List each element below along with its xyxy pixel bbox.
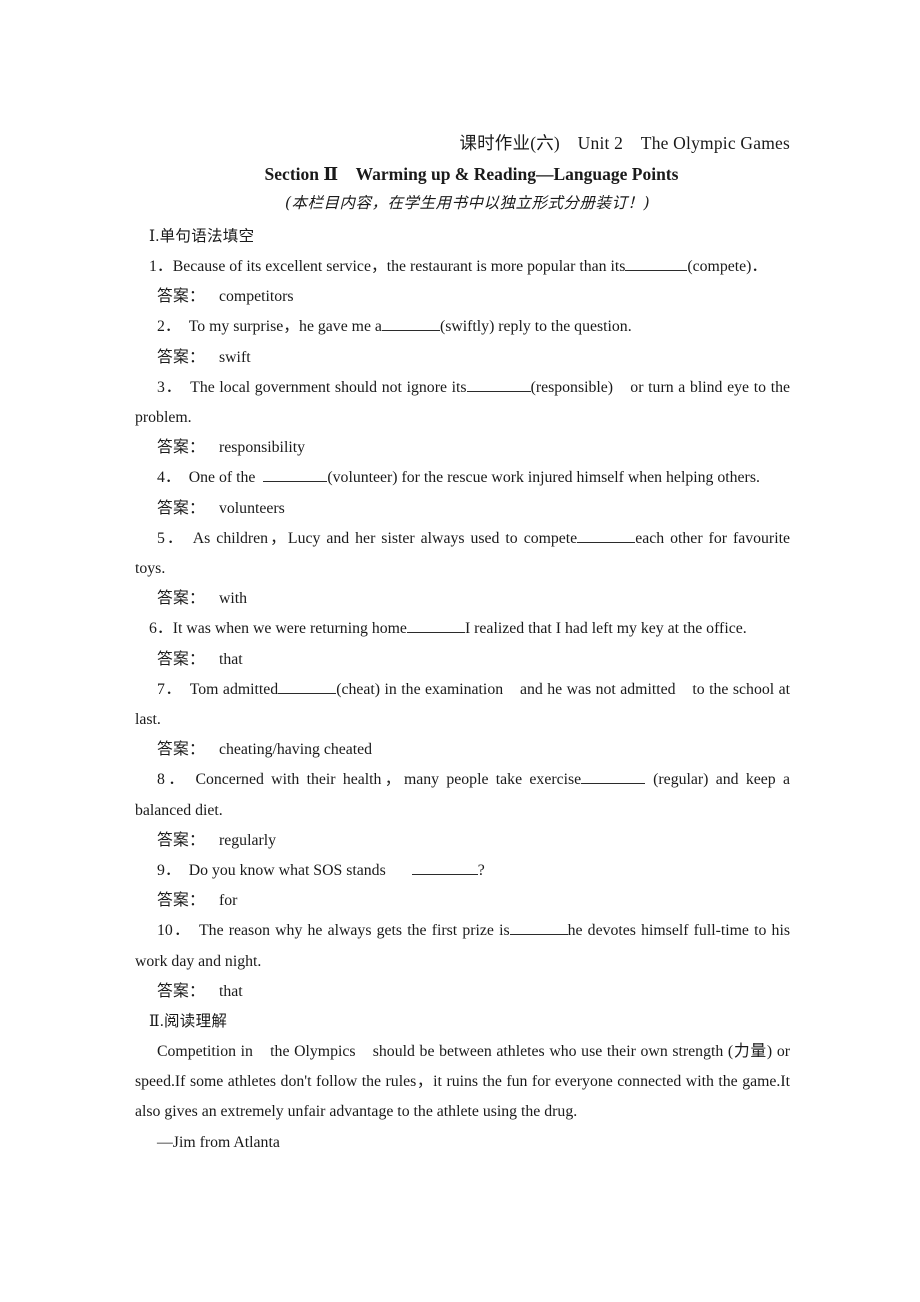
answer-5: 答案： with xyxy=(135,584,790,614)
question-number: 7． xyxy=(157,680,182,698)
question-number: 6． xyxy=(149,620,173,638)
question-text-after: (volunteer) for the rescue work injured … xyxy=(327,469,760,487)
worksheet-page: 课时作业(六) Unit 2 The Olympic Games Section… xyxy=(0,0,920,1302)
answer-value: with xyxy=(219,590,248,608)
question-text-before: The local government should not ignore i… xyxy=(190,378,467,396)
question-10: 10． The reason why he always gets the fir… xyxy=(135,916,790,976)
answer-label: 答案： xyxy=(157,650,205,668)
answer-label: 答案： xyxy=(157,499,205,517)
page-title: 课时作业(六) Unit 2 The Olympic Games xyxy=(459,133,790,153)
question-text-after: (swiftly) reply to the question. xyxy=(439,318,632,336)
answer-1: 答案： competitors xyxy=(135,282,790,312)
answer-blank[interactable] xyxy=(581,769,646,785)
answer-blank[interactable] xyxy=(263,467,328,483)
question-3: 3． The local government should not ignore… xyxy=(135,373,790,433)
answer-value: for xyxy=(219,892,238,910)
answer-blank[interactable] xyxy=(381,316,440,332)
answer-4: 答案： volunteers xyxy=(135,494,790,524)
answer-value: responsibility xyxy=(219,439,306,457)
answer-value: competitors xyxy=(219,288,294,306)
answer-blank[interactable] xyxy=(278,678,337,694)
answer-value: swift xyxy=(219,348,251,366)
answer-label: 答案： xyxy=(157,982,205,1000)
answer-9: 答案： for xyxy=(135,886,790,916)
question-text-after: (compete)． xyxy=(687,258,768,275)
question-5: 5． As children，Lucy and her sister always… xyxy=(135,524,790,584)
question-number: 4． xyxy=(157,469,181,487)
answer-6: 答案： that xyxy=(135,645,790,675)
question-text-before: Because of its excellent service，the res… xyxy=(172,258,626,275)
answer-label: 答案： xyxy=(157,348,205,366)
question-text-after: I realized that I had left my key at the… xyxy=(464,620,747,638)
answer-blank[interactable] xyxy=(509,920,568,936)
passage-attribution: —Jim from Atlanta xyxy=(157,1133,280,1151)
question-number: 10． xyxy=(157,922,192,940)
question-8: 8． Concerned with their health，many peopl… xyxy=(135,765,790,825)
question-2: 2． To my surprise，he gave me a (swiftly) r… xyxy=(135,312,790,342)
answer-label: 答案： xyxy=(157,741,205,759)
question-4: 4． One of the (volunteer) for the rescue w… xyxy=(135,463,790,493)
question-number: 5． xyxy=(157,529,185,547)
question-number: 2． xyxy=(157,318,181,336)
page-content: 课时作业(六) Unit 2 The Olympic Games Section… xyxy=(135,130,790,1158)
question-number: 8． xyxy=(157,771,188,789)
answer-10: 答案： that xyxy=(135,977,790,1007)
question-text-before: Do you know what SOS stands xyxy=(188,862,386,880)
answer-blank[interactable] xyxy=(406,618,465,634)
question-7: 7． Tom admitted (cheat) in the examination… xyxy=(135,675,790,735)
answer-7: 答案： cheating/having cheated xyxy=(135,735,790,765)
section-heading-2: Ⅱ.阅读理解 xyxy=(149,1013,228,1031)
question-number: 9． xyxy=(157,862,181,880)
question-text-before: As children，Lucy and her sister always u… xyxy=(192,529,578,547)
question-6: 6．It was when we were returning home I re… xyxy=(135,614,790,644)
answer-label: 答案： xyxy=(157,288,205,306)
question-text-before: To my surprise，he gave me a xyxy=(188,318,382,336)
answer-8: 答案： regularly xyxy=(135,826,790,856)
page-subtitle: Section Ⅱ Warming up & Reading—Language … xyxy=(264,164,679,184)
question-9: 9． Do you know what SOS stands? xyxy=(135,856,790,886)
answer-label: 答案： xyxy=(157,439,205,457)
answer-label: 答案： xyxy=(157,831,205,849)
answer-label: 答案： xyxy=(157,892,205,910)
answer-value: that xyxy=(219,982,243,1000)
answer-value: volunteers xyxy=(219,499,285,517)
question-text-before: Concerned with their health，many people … xyxy=(195,771,582,789)
answer-blank[interactable] xyxy=(466,376,531,392)
reading-passage: Competition in the Olympics should be be… xyxy=(135,1043,790,1121)
question-text-before: Tom admitted xyxy=(189,680,279,698)
question-number: 1． xyxy=(149,258,173,275)
question-1: 1．Because of its excellent service，the r… xyxy=(135,252,790,282)
section-heading-1: Ⅰ.单句语法填空 xyxy=(149,228,255,245)
question-number: 3． xyxy=(157,378,183,396)
answer-blank[interactable] xyxy=(625,255,688,271)
question-text-before: One of the xyxy=(188,469,256,487)
answer-blank[interactable] xyxy=(411,860,478,876)
question-text-before: It was when we were returning home xyxy=(172,620,407,638)
answer-label: 答案： xyxy=(157,590,205,608)
answer-3: 答案： responsibility xyxy=(135,433,790,463)
answer-value: that xyxy=(219,650,243,668)
answer-value: cheating/having cheated xyxy=(219,741,373,759)
answer-value: regularly xyxy=(219,831,277,849)
page-note: (本栏目内容，在学生用书中以独立形式分册装订！) xyxy=(284,194,651,212)
answer-2: 答案： swift xyxy=(135,343,790,373)
answer-blank[interactable] xyxy=(577,527,636,543)
question-text-after: ? xyxy=(477,862,485,880)
question-text-before: The reason why he always gets the first … xyxy=(199,922,510,940)
